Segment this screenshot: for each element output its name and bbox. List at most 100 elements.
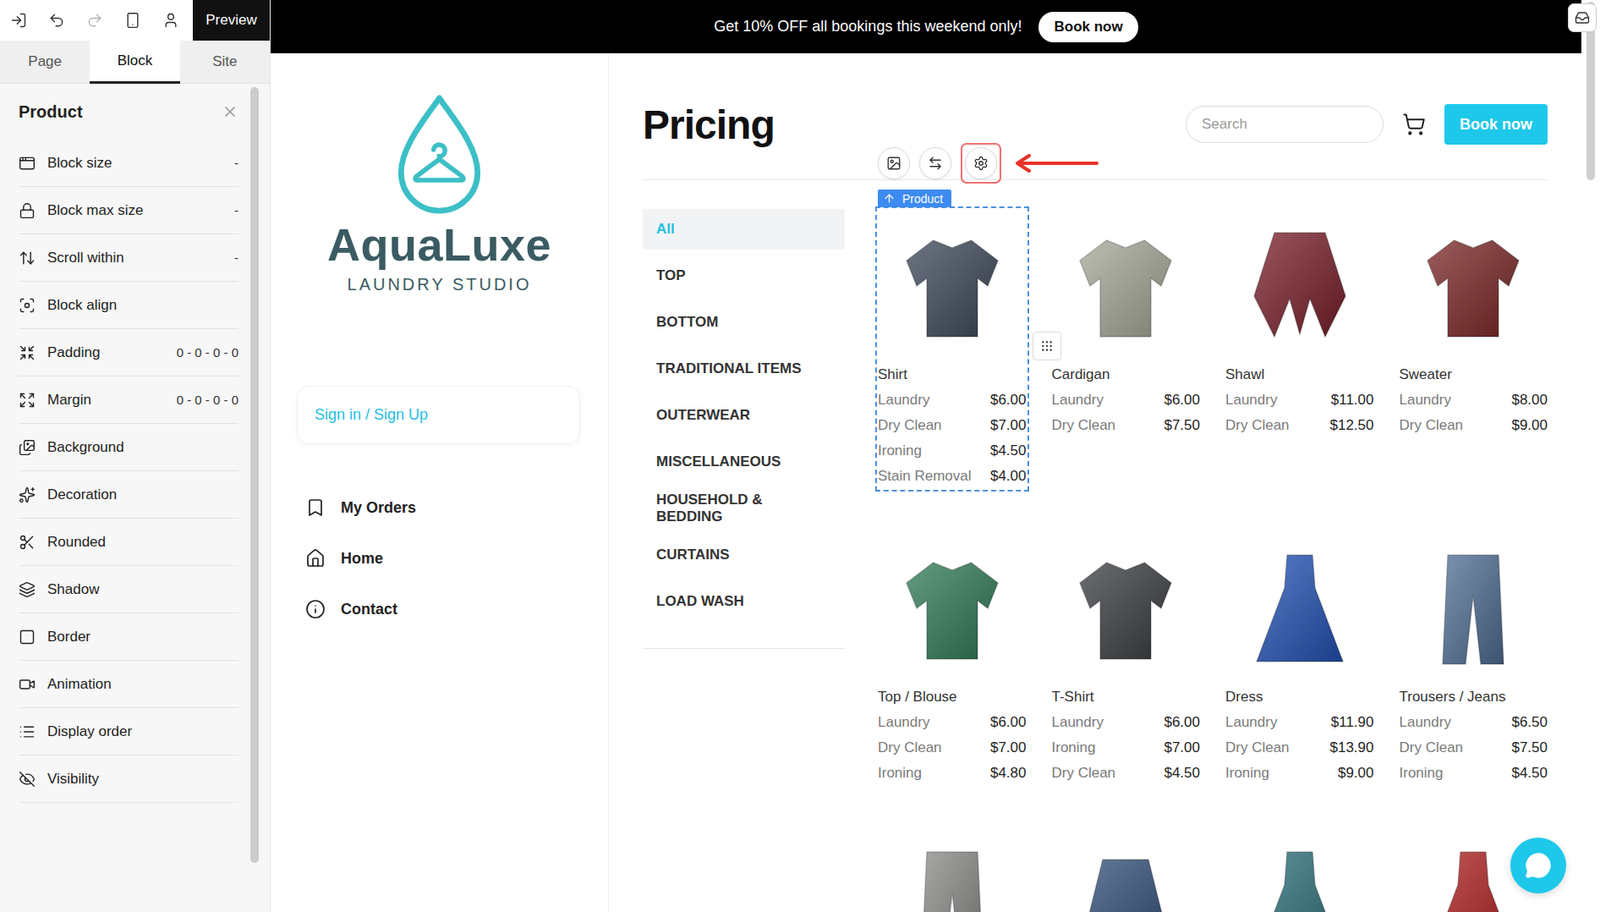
annotation-arrow-icon [1010, 153, 1099, 173]
category-item[interactable]: TOP [642, 255, 845, 296]
category-item[interactable]: All [642, 208, 845, 250]
scissors-icon [18, 533, 36, 551]
setting-row[interactable]: Visibility [18, 755, 239, 803]
garment-photo-icon [888, 222, 1016, 350]
nav-item[interactable]: My Orders [305, 482, 609, 533]
product-card[interactable]: Trousers / JeansLaundry$6.50Dry Clean$7.… [1399, 531, 1549, 786]
logo[interactable]: AquaLuxeLAUNDRY STUDIO [270, 92, 609, 295]
promo-banner: Get 10% OFF all bookings this weekend on… [270, 0, 1582, 54]
product-card[interactable]: DressLaundry$11.90Dry Clean$13.90Ironing… [1225, 531, 1375, 786]
lock-icon [18, 202, 36, 220]
page-header: PricingBook now [642, 102, 1548, 147]
setting-row[interactable]: Background [18, 423, 239, 472]
sign-in-link[interactable]: Sign in / Sign Up [314, 405, 428, 424]
redo-icon[interactable] [86, 11, 104, 29]
garment-photo-icon [1409, 222, 1537, 350]
category-item[interactable]: HOUSEHOLD & BEDDING [642, 487, 845, 529]
banner-book-button[interactable]: Book now [1038, 11, 1138, 43]
selection-tag[interactable]: Product [877, 189, 952, 208]
undo-icon[interactable] [48, 11, 66, 29]
product-card[interactable] [877, 827, 1027, 912]
search-input[interactable] [1185, 105, 1384, 143]
image-button[interactable] [877, 147, 910, 180]
swap-button[interactable] [919, 147, 952, 180]
bookmark-icon [305, 497, 326, 518]
price-row: Ironing$4.50 [877, 438, 1027, 464]
setting-row[interactable]: Margin0 - 0 - 0 - 0 [18, 376, 239, 424]
header-divider [642, 179, 1548, 181]
product-card[interactable]: ProductShirtLaundry$6.00Dry Clean$7.00Ir… [877, 208, 1027, 489]
exit-icon[interactable] [10, 11, 28, 29]
setting-value: - [234, 250, 239, 265]
category-item[interactable]: MISCELLANEOUS [642, 441, 845, 483]
setting-row[interactable]: Block max size- [18, 186, 239, 235]
setting-row[interactable]: Shadow [18, 565, 239, 614]
category-item[interactable]: TRADITIONAL ITEMS [642, 348, 845, 390]
setting-row[interactable]: Rounded [18, 518, 239, 566]
layers-icon [18, 580, 36, 598]
garment-photo-icon [888, 544, 1016, 672]
preview-button[interactable]: Preview [192, 0, 270, 41]
chat-button[interactable] [1510, 837, 1567, 894]
price-row: Laundry$6.00 [877, 387, 1027, 413]
product-card[interactable] [1052, 827, 1201, 912]
page-canvas: Get 10% OFF all bookings this weekend on… [270, 0, 1582, 912]
builder-window: PreviewPageBlockSiteProductBlock size-Bl… [0, 0, 1600, 912]
margin-icon [18, 391, 36, 409]
setting-row[interactable]: Border [18, 613, 239, 661]
drag-handle[interactable] [1032, 331, 1062, 361]
product-card[interactable]: CardiganLaundry$6.00Dry Clean$7.50 [1052, 208, 1201, 439]
setting-row[interactable]: Block size- [18, 139, 239, 187]
price-row: Stain Removal$4.00 [877, 463, 1027, 489]
block-size-icon [18, 154, 36, 172]
swap-icon [927, 155, 943, 171]
scroll-icon [18, 249, 36, 267]
editor-tab[interactable]: Site [180, 40, 270, 84]
category-item[interactable]: CURTAINS [642, 534, 845, 576]
close-icon[interactable] [221, 103, 239, 121]
product-name: Shawl [1225, 361, 1375, 388]
category-item[interactable]: LOAD WASH [642, 580, 845, 622]
background-icon [18, 438, 36, 456]
setting-row[interactable]: Scroll within- [18, 234, 239, 282]
product-card[interactable]: Top / BlouseLaundry$6.00Dry Clean$7.00Ir… [877, 531, 1027, 786]
product-name: Sweater [1399, 361, 1549, 388]
align-icon [18, 296, 36, 314]
editor-tab[interactable]: Block [89, 40, 180, 84]
settings-button[interactable] [964, 147, 998, 180]
book-now-button[interactable]: Book now [1444, 104, 1548, 145]
product-name: Cardigan [1052, 361, 1201, 388]
panel-scrollbar[interactable] [250, 83, 259, 912]
price-row: Ironing$4.50 [1399, 760, 1549, 786]
product-card[interactable]: SweaterLaundry$8.00Dry Clean$9.00 [1399, 208, 1549, 439]
editor-toolbar: Preview [0, 0, 270, 41]
chat-icon [1524, 851, 1552, 879]
product-card[interactable]: ShawlLaundry$11.00Dry Clean$12.50 [1225, 208, 1375, 439]
price-row: Laundry$8.00 [1399, 387, 1549, 413]
price-row: Dry Clean$7.00 [877, 412, 1027, 439]
product-image [1052, 531, 1201, 685]
list-icon [18, 723, 36, 740]
setting-row[interactable]: Display order [18, 707, 239, 756]
grip-icon [1040, 339, 1054, 353]
setting-row[interactable]: Animation [18, 660, 239, 708]
user-icon[interactable] [162, 11, 180, 29]
phone-icon[interactable] [124, 11, 142, 29]
product-card[interactable]: T-ShirtLaundry$6.00Ironing$7.00Dry Clean… [1052, 531, 1201, 786]
nav-item[interactable]: Contact [305, 583, 609, 635]
video-icon [18, 675, 36, 693]
inbox-button[interactable] [1567, 3, 1597, 33]
product-card[interactable] [1225, 827, 1375, 912]
price-row: Ironing$9.00 [1225, 760, 1375, 786]
category-item[interactable]: OUTERWEAR [642, 394, 845, 436]
setting-row[interactable]: Decoration [18, 471, 239, 519]
setting-row[interactable]: Padding0 - 0 - 0 - 0 [18, 328, 239, 377]
block-toolbar [877, 142, 1099, 184]
inbox-icon [1574, 10, 1590, 26]
nav-item[interactable]: Home [305, 532, 609, 584]
editor-tab[interactable]: Page [0, 40, 90, 84]
cart-button[interactable] [1400, 112, 1428, 137]
category-item[interactable]: BOTTOM [642, 301, 845, 343]
canvas-scrollbar[interactable] [1581, 0, 1600, 912]
setting-row[interactable]: Block align [18, 281, 239, 329]
